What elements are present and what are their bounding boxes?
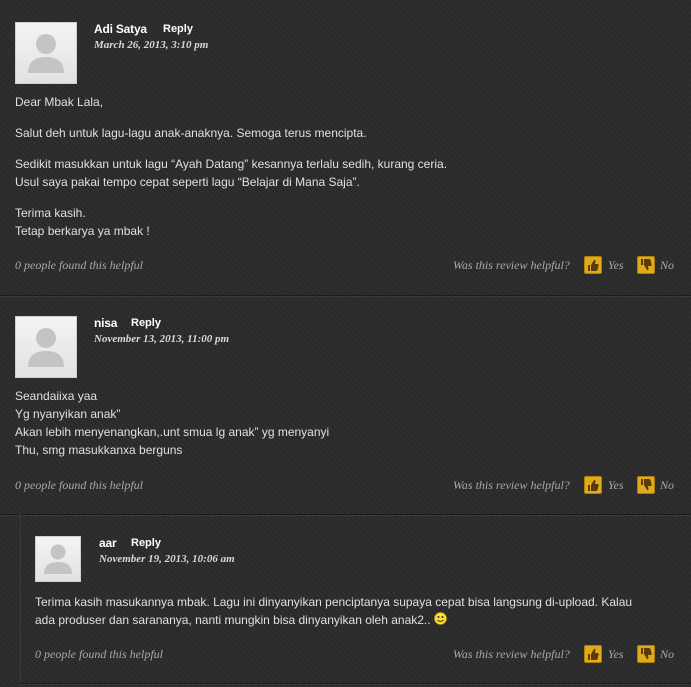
comment-date[interactable]: March 26, 2013, 3:10 pm — [94, 39, 208, 51]
comment-text: Terima kasih masukannya mbak. Lagu ini d… — [35, 595, 633, 627]
comment-line: Usul saya pakai tempo cepat seperti lagu… — [15, 175, 360, 189]
yes-label[interactable]: Yes — [608, 647, 624, 662]
thumbs-down-icon — [641, 479, 652, 491]
comment-line: Sedikit masukkan untuk lagu “Ayah Datang… — [15, 157, 448, 171]
default-avatar-icon — [28, 34, 64, 73]
helpful-count: 0 people found this helpful — [15, 478, 143, 492]
default-avatar-icon — [44, 544, 72, 574]
yes-label[interactable]: Yes — [608, 258, 624, 273]
thumbs-down-icon — [641, 259, 652, 271]
thumbs-down-icon — [641, 648, 652, 660]
thumbs-down-button[interactable] — [637, 256, 655, 274]
helpful-question: Was this review helpful? — [453, 647, 570, 661]
comment-date[interactable]: November 19, 2013, 10:06 am — [99, 553, 235, 565]
helpful-question: Was this review helpful? — [453, 258, 570, 272]
comment-line: Tetap berkarya ya mbak ! — [15, 224, 150, 238]
comment-divider — [0, 514, 691, 516]
avatar — [15, 22, 77, 84]
helpful-count: 0 people found this helpful — [15, 258, 143, 272]
yes-label[interactable]: Yes — [608, 478, 624, 493]
thumbs-up-button[interactable] — [584, 645, 602, 663]
comment-line: Yg nyanyikan anak” — [15, 407, 121, 421]
comment-line: Seandaiixa yaa — [15, 389, 98, 403]
reply-button[interactable]: Reply — [131, 317, 161, 329]
thumbs-down-button[interactable] — [637, 476, 655, 494]
comment-line: Terima kasih. — [15, 206, 86, 220]
comment-body: Seandaiixa yaa Yg nyanyikan anak” Akan l… — [15, 387, 675, 459]
comment-divider — [20, 683, 691, 685]
comment-date[interactable]: November 13, 2013, 11:00 pm — [94, 333, 229, 345]
author-name[interactable]: Adi Satya — [94, 22, 147, 36]
comment-line: Thu, smg masukkanxa berguns — [15, 443, 183, 457]
thumbs-up-button[interactable] — [584, 256, 602, 274]
default-avatar-icon — [28, 328, 64, 367]
reply-button[interactable]: Reply — [131, 537, 161, 549]
thumbs-up-icon — [588, 259, 599, 271]
thumbs-up-icon — [588, 479, 599, 491]
author-name[interactable]: aar — [99, 536, 117, 550]
comment-divider — [0, 295, 691, 297]
thumbs-down-button[interactable] — [637, 645, 655, 663]
avatar — [15, 316, 77, 378]
comment-line: Dear Mbak Lala, — [15, 95, 104, 109]
reply-button[interactable]: Reply — [163, 23, 193, 35]
comment-body: Dear Mbak Lala, Salut deh untuk lagu-lag… — [15, 93, 675, 240]
comment-body: Terima kasih masukannya mbak. Lagu ini d… — [35, 593, 635, 629]
no-label[interactable]: No — [660, 478, 674, 493]
comment-line: Akan lebih menyenangkan,.unt smua lg ana… — [15, 425, 330, 439]
avatar — [35, 536, 81, 582]
comment-line: Terima kasih masukannya mbak. Lagu ini d… — [35, 593, 635, 629]
no-label[interactable]: No — [660, 647, 674, 662]
no-label[interactable]: No — [660, 258, 674, 273]
helpful-question: Was this review helpful? — [453, 478, 570, 492]
smiley-icon — [433, 612, 447, 625]
thumbs-up-button[interactable] — [584, 476, 602, 494]
author-name[interactable]: nisa — [94, 316, 117, 330]
helpful-count: 0 people found this helpful — [35, 647, 163, 661]
reply-thread-line — [20, 514, 21, 687]
comment-line: Salut deh untuk lagu-lagu anak-anaknya. … — [15, 126, 367, 140]
thumbs-up-icon — [588, 648, 599, 660]
